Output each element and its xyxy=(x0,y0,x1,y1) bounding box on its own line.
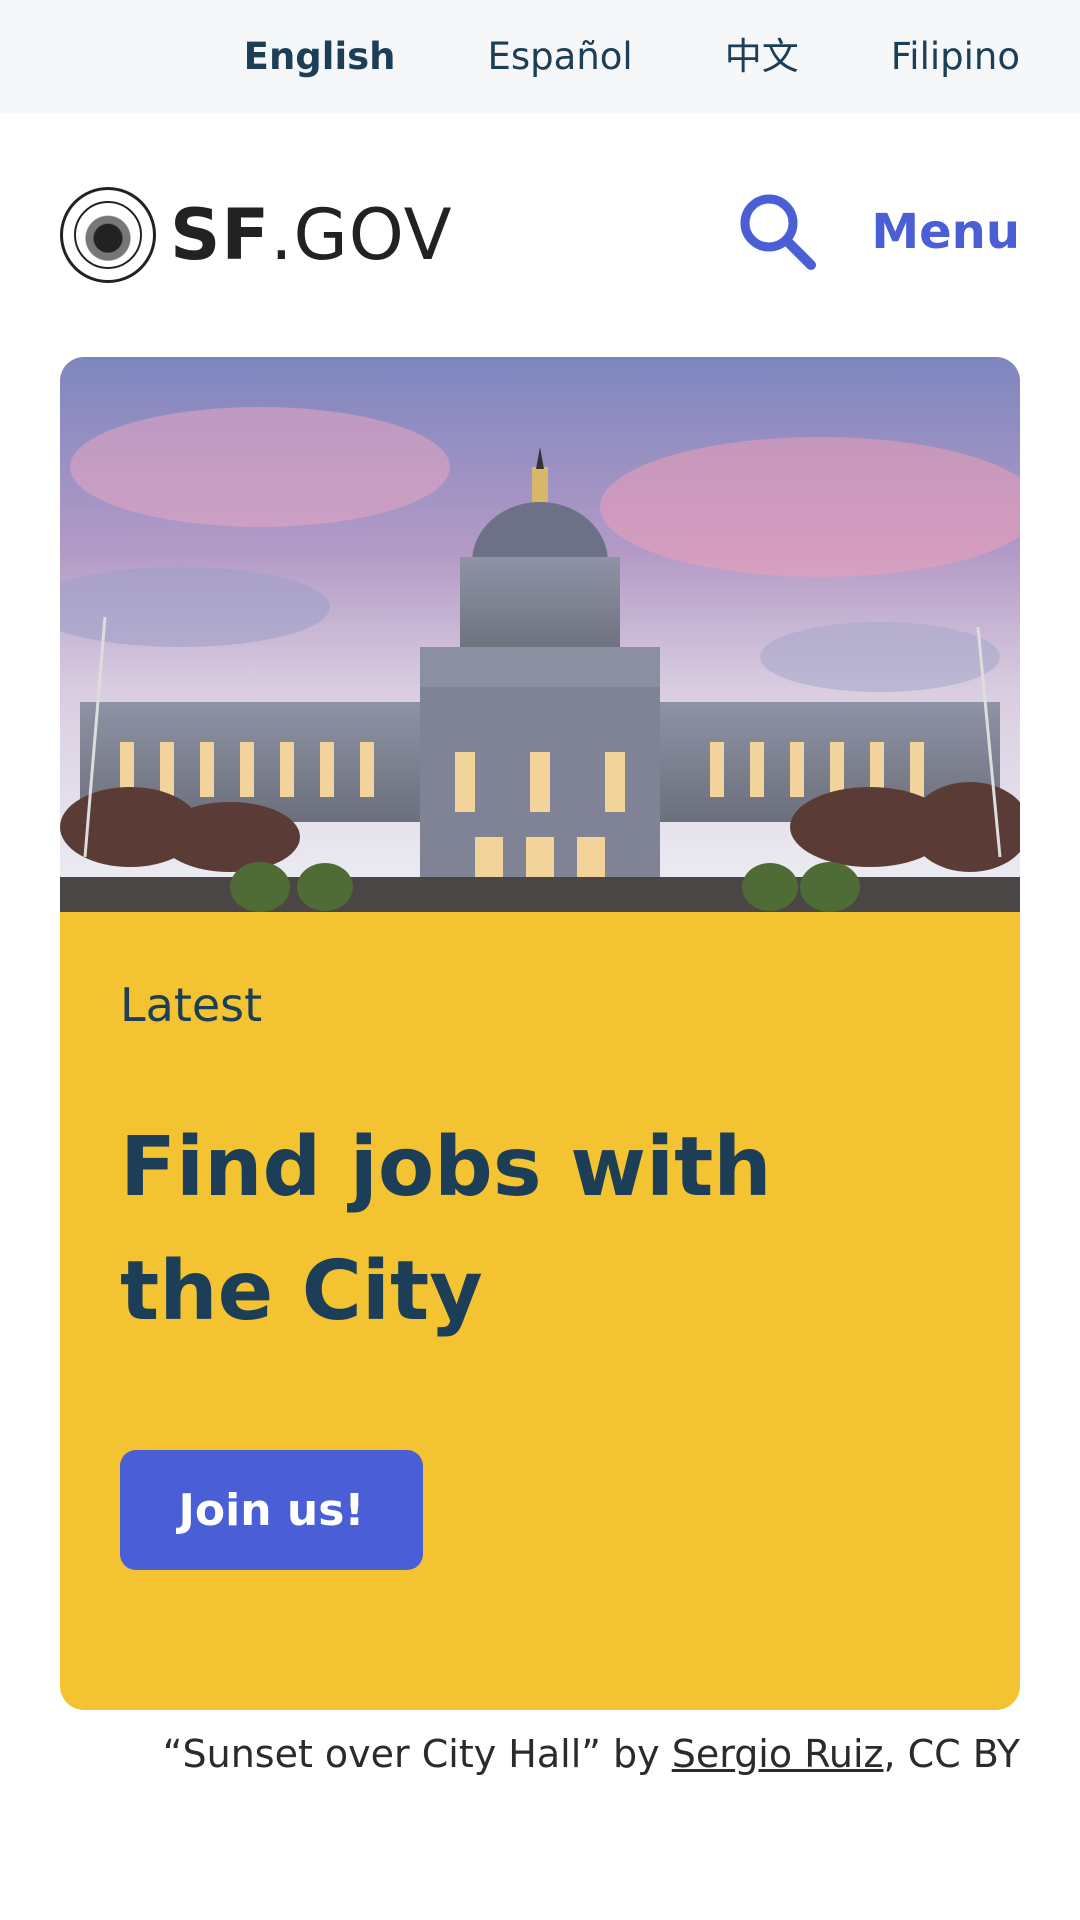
home-logo-link[interactable]: SF.GOV xyxy=(60,187,452,283)
photo-credit: “Sunset over City Hall” by Sergio Ruiz, … xyxy=(163,1735,1020,1773)
card-eyebrow: Latest xyxy=(120,978,263,1032)
latest-card: Latest Find jobs with the City Join us! xyxy=(60,357,1020,1710)
site-header: SF.GOV Menu xyxy=(0,113,1080,357)
card-body: Latest Find jobs with the City Join us! xyxy=(60,912,1020,1570)
lang-espanol-link[interactable]: Español xyxy=(488,38,633,75)
search-icon xyxy=(740,194,816,270)
lang-english-link[interactable]: English xyxy=(244,38,396,75)
credit-suffix: , CC BY xyxy=(883,1732,1020,1776)
lang-filipino-link[interactable]: Filipino xyxy=(891,38,1020,75)
search-button[interactable] xyxy=(737,191,819,273)
city-hall-hero-image xyxy=(60,357,1020,912)
site-wordmark: SF.GOV xyxy=(170,194,453,276)
lang-chinese-link[interactable]: 中文 xyxy=(725,38,799,75)
language-bar: English Español 中文 Filipino xyxy=(0,0,1080,113)
join-us-button[interactable]: Join us! xyxy=(120,1450,423,1570)
credit-author-link[interactable]: Sergio Ruiz xyxy=(672,1732,884,1776)
menu-button[interactable]: Menu xyxy=(871,208,1020,256)
card-headline: Find jobs with the City xyxy=(120,1120,772,1339)
city-seal-icon xyxy=(60,187,156,283)
credit-prefix: “Sunset over City Hall” by xyxy=(162,1732,672,1776)
